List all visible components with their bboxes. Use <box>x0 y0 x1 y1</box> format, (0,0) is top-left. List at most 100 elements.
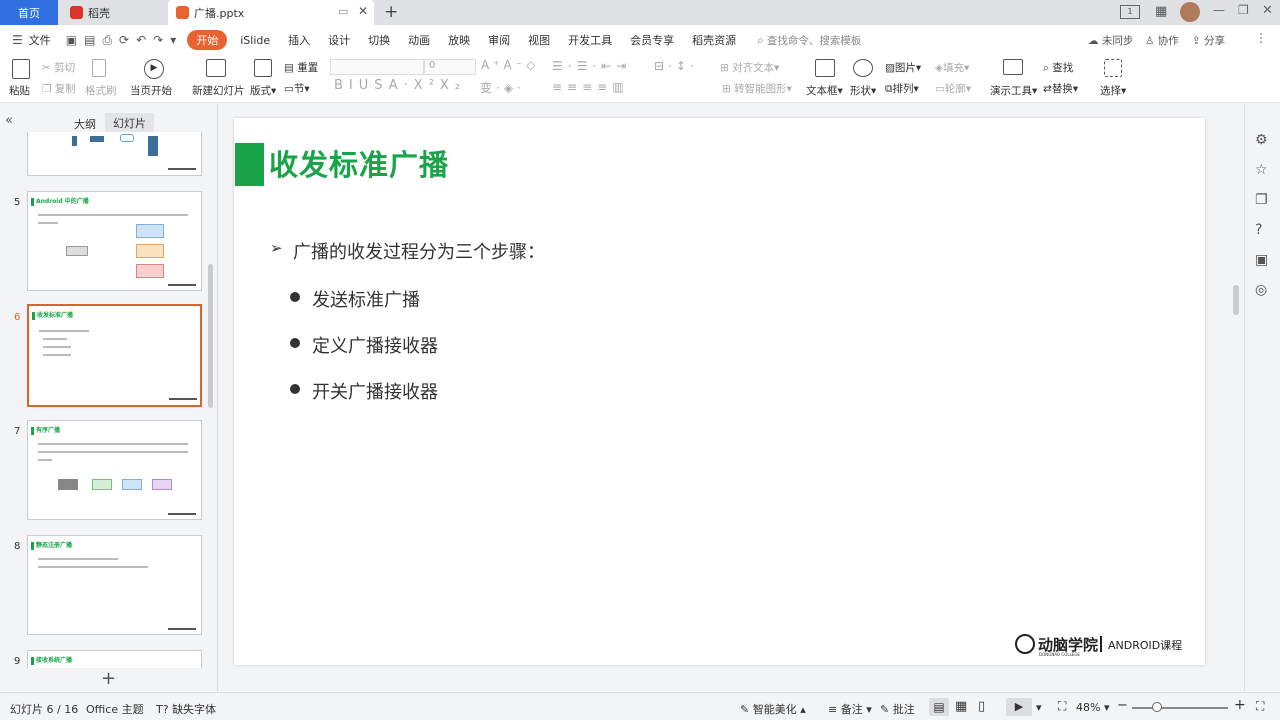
settings-sliders-icon[interactable]: ⚙ <box>1255 132 1268 148</box>
present-tool-button[interactable]: 演示工具▾ <box>990 83 1037 98</box>
menu-developer[interactable]: 开发工具 <box>568 32 612 48</box>
avatar[interactable] <box>1180 2 1200 22</box>
menu-file[interactable]: 文件 <box>29 32 51 48</box>
menu-insert[interactable]: 插入 <box>288 32 310 48</box>
reading-view-icon[interactable]: ▯ <box>978 699 985 714</box>
add-slide-button[interactable]: + <box>0 668 217 692</box>
align-icons[interactable]: ≡≡≡≡▥ <box>552 80 629 94</box>
textbox-icon[interactable] <box>815 59 835 77</box>
reset-button[interactable]: ▤ 重置 <box>284 60 318 75</box>
replace-button[interactable]: ⇄替换▾ <box>1043 81 1078 96</box>
slide-thumbnail-selected[interactable]: 收发标准广播 <box>27 304 202 407</box>
slide-thumbnail[interactable]: 静态注册广播 <box>27 535 202 635</box>
slide-title[interactable]: 收发标准广播 <box>269 142 449 184</box>
minimize-icon[interactable]: — <box>1213 3 1225 17</box>
slide-thumbnail[interactable]: 有序广播 <box>27 420 202 520</box>
star-icon[interactable]: ☆ <box>1255 162 1268 178</box>
format-painter-button[interactable]: 格式刷 <box>85 83 117 98</box>
zoom-in-icon[interactable]: + <box>1234 697 1246 713</box>
shape-button[interactable]: 形状▾ <box>850 83 876 98</box>
tab-home[interactable]: 首页 <box>0 0 58 25</box>
apps-grid-icon[interactable]: ▦ <box>1155 4 1167 19</box>
quick-access-icons[interactable]: ▣▤⎙⟳↶↷▾ <box>66 33 183 48</box>
menu-view[interactable]: 视图 <box>528 32 550 48</box>
list-icons[interactable]: ☰·☰·⇤⇥ <box>552 59 631 73</box>
tab-monitor-icon[interactable]: ▭ <box>338 5 348 18</box>
step-item[interactable]: 发送标准广播 <box>312 286 420 312</box>
new-tab-icon[interactable]: + <box>384 2 398 22</box>
slide-intro-text[interactable]: 广播的收发过程分为三个步骤： <box>293 238 545 264</box>
tab-pptx-file[interactable]: 广播.pptx ▭ ✕ <box>168 0 374 25</box>
menu-member[interactable]: 会员专享 <box>630 32 674 48</box>
menu-transition[interactable]: 切换 <box>368 32 390 48</box>
select-icon[interactable] <box>1104 59 1122 77</box>
spacing-icons[interactable]: ⊟·↕· <box>654 59 698 73</box>
find-button[interactable]: ⌕ 查找 <box>1043 60 1073 75</box>
arrange-button[interactable]: ⧉排列▾ <box>885 81 919 96</box>
align-text-button[interactable]: ⊞ 对齐文本▾ <box>720 60 779 75</box>
hamburger-icon[interactable]: ☰ <box>12 33 23 47</box>
new-slide-icon[interactable] <box>206 59 226 77</box>
comment-button[interactable]: ✎ 批注 <box>880 701 915 717</box>
command-search-input[interactable]: 查找命令、搜索模板 <box>767 33 862 48</box>
menu-animation[interactable]: 动画 <box>408 32 430 48</box>
theme-name[interactable]: Office 主题 <box>86 701 144 717</box>
sorter-view-icon[interactable]: ▦ <box>955 699 967 714</box>
present-tool-icon[interactable] <box>1003 59 1023 75</box>
copy-window-icon[interactable]: ❐ <box>1255 192 1268 208</box>
paste-icon[interactable] <box>12 59 30 79</box>
paste-button[interactable]: 粘贴 <box>9 83 30 98</box>
window-close-icon[interactable]: ✕ <box>1262 3 1273 18</box>
share-button[interactable]: ⇪ 分享 <box>1192 33 1225 48</box>
play-from-current-button[interactable]: 当页开始 <box>130 83 172 98</box>
slideshow-play-button[interactable]: ▶ <box>1006 698 1032 716</box>
thumbnail-scrollbar[interactable] <box>208 264 213 408</box>
help-icon[interactable]: ? <box>1255 222 1262 238</box>
slide-thumbnail[interactable]: 接收系统广播 <box>27 650 202 668</box>
missing-font-button[interactable]: T? 缺失字体 <box>156 701 216 717</box>
menu-start[interactable]: 开始 <box>187 30 228 50</box>
step-item[interactable]: 定义广播接收器 <box>312 332 438 358</box>
tab-docer[interactable]: 稻壳 <box>62 0 166 25</box>
play-options-icon[interactable]: ▾ <box>1036 701 1042 714</box>
zoom-slider-track[interactable] <box>1132 707 1228 709</box>
picture-button[interactable]: ▨图片▾ <box>885 60 921 75</box>
more-options-icon[interactable]: ⋮ <box>1255 31 1267 45</box>
slide-thumbnail[interactable]: Android 中的广播 <box>27 191 202 291</box>
cut-button[interactable]: ✂ 剪切 <box>42 60 75 75</box>
normal-view-icon[interactable]: ▤ <box>929 698 949 716</box>
collapse-panel-icon[interactable]: « <box>5 113 13 128</box>
zoom-level[interactable]: 48% ▾ <box>1076 701 1109 714</box>
menu-design[interactable]: 设计 <box>328 32 350 48</box>
restore-icon[interactable]: ❐ <box>1238 3 1249 17</box>
menu-islide[interactable]: iSlide <box>240 34 270 47</box>
copy-button[interactable]: ❐ 复制 <box>42 81 76 96</box>
location-icon[interactable]: ◎ <box>1255 282 1267 298</box>
section-button[interactable]: ▭节▾ <box>284 81 310 96</box>
fullscreen-icon[interactable]: ⛶ <box>1256 699 1264 714</box>
slide-thumbnail[interactable] <box>27 132 202 176</box>
notes-button[interactable]: ≡ 备注 ▾ <box>828 701 872 717</box>
canvas-scrollbar[interactable] <box>1233 285 1239 315</box>
window-mode-icon[interactable]: 1 <box>1120 5 1140 19</box>
menu-docer-resources[interactable]: 稻壳资源 <box>692 32 736 48</box>
fit-window-icon[interactable]: ⛶ <box>1058 699 1066 714</box>
zoom-slider-handle[interactable] <box>1152 702 1162 712</box>
outline-tab[interactable]: 大纲 <box>74 116 96 132</box>
fill-button[interactable]: ◈填充▾ <box>935 60 969 75</box>
new-slide-button[interactable]: 新建幻灯片 <box>192 83 245 98</box>
collab-button[interactable]: ♙ 协作 <box>1145 33 1179 48</box>
image-tool-icon[interactable]: ▣ <box>1255 252 1268 268</box>
font-name-select[interactable] <box>330 59 424 75</box>
font-style-icons[interactable]: BIUSA·X²X₂ <box>334 78 466 93</box>
step-item[interactable]: 开关广播接收器 <box>312 378 438 404</box>
textbox-button[interactable]: 文本框▾ <box>806 83 843 98</box>
menu-slideshow[interactable]: 放映 <box>448 32 470 48</box>
shape-icon[interactable] <box>853 59 873 77</box>
zoom-out-icon[interactable]: − <box>1117 698 1128 713</box>
tab-close-icon[interactable]: ✕ <box>358 4 368 18</box>
slides-tab[interactable]: 幻灯片 <box>105 113 154 133</box>
layout-icon[interactable] <box>254 59 272 77</box>
font-grow-shrink-icons[interactable]: A⁺A⁻◇ <box>481 58 539 72</box>
font-size-select[interactable]: 0 <box>424 59 476 75</box>
